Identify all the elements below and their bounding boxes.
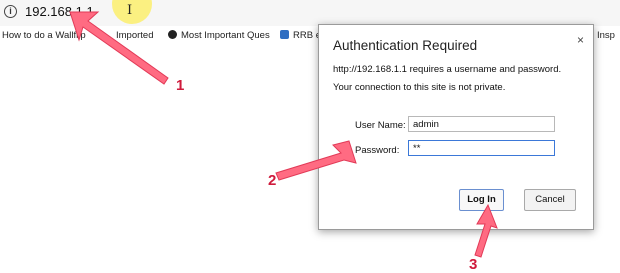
step-1-label: 1 bbox=[176, 77, 185, 94]
arrow-3 bbox=[474, 203, 498, 258]
step-2-label: 2 bbox=[268, 172, 277, 189]
step-3-label: 3 bbox=[469, 256, 478, 273]
arrow-2 bbox=[275, 140, 357, 181]
annotation-arrows bbox=[69, 11, 498, 258]
arrow-1 bbox=[69, 11, 169, 85]
